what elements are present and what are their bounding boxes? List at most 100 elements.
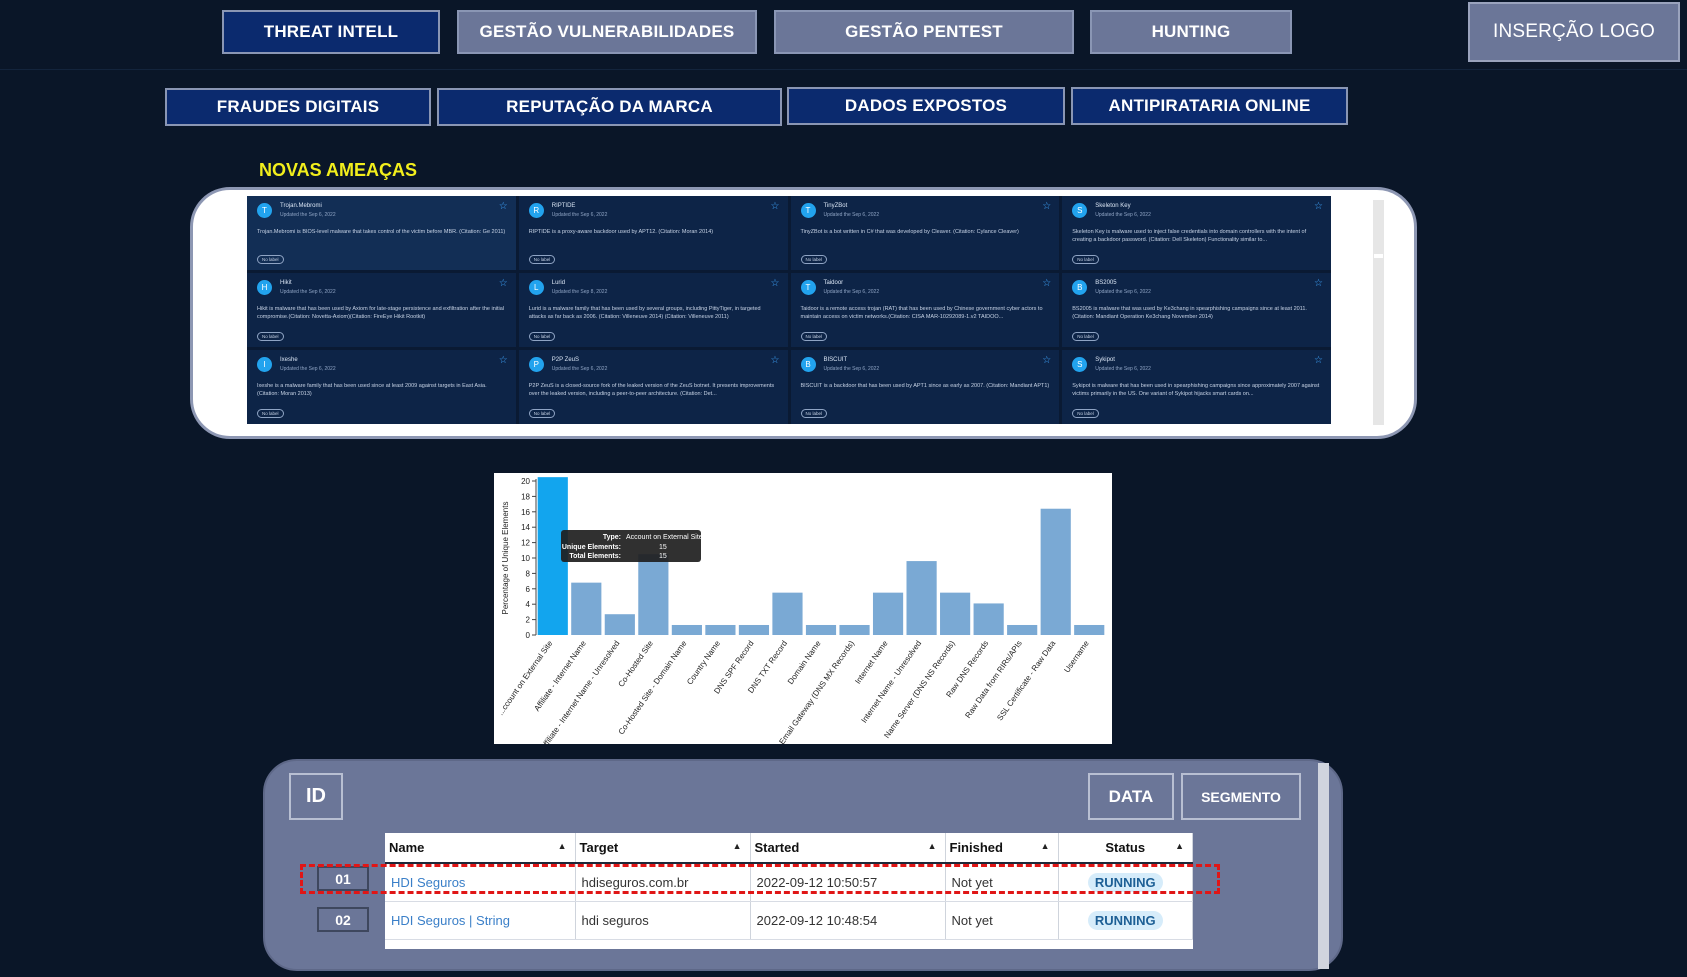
nav-dados-expostos-button[interactable]: DADOS EXPOSTOS [787, 87, 1065, 125]
chart-bar[interactable] [839, 624, 870, 635]
star-icon[interactable]: ☆ [771, 201, 780, 212]
threat-card[interactable]: T TinyZBot Updated the Sep 6, 2022 ☆ TinyZBo… [790, 196, 1060, 270]
threat-name[interactable]: Sykipot [1095, 357, 1115, 363]
threat-name[interactable]: TinyZBot [824, 203, 848, 209]
chart-bar[interactable] [671, 624, 702, 635]
nav-gestao-vulnerabilidades-button[interactable]: GESTÃO VULNERABILIDADES [457, 10, 757, 54]
results-panel-scrollbar[interactable] [1318, 763, 1329, 969]
star-icon[interactable]: ☆ [771, 278, 780, 289]
results-table: Name ▲ Target ▲ Started ▲ Finished ▲ Status ▲… [385, 833, 1193, 949]
label-badge[interactable]: No label [257, 409, 284, 418]
table-row[interactable]: HDI Seguros hdiseguros.com.br 2022-09-12… [385, 863, 1193, 902]
threat-name[interactable]: Ixeshe [280, 357, 298, 363]
star-icon[interactable]: ☆ [771, 355, 780, 366]
column-header-name[interactable]: Name ▲ [385, 833, 576, 864]
star-icon[interactable]: ☆ [1042, 355, 1051, 366]
threat-card[interactable]: S Sykipot Updated the Sep 6, 2022 ☆ Sykipot … [1062, 350, 1331, 424]
label-badge[interactable]: No label [800, 255, 828, 264]
column-header-target[interactable]: Target ▲ [575, 833, 751, 864]
threat-card[interactable]: B BS2005 Updated the Sep 6, 2022 ☆ BS2005 is… [1062, 273, 1331, 347]
id-header-button[interactable]: ID [289, 773, 343, 820]
threat-name[interactable]: BISCUIT [824, 357, 848, 363]
threat-name[interactable]: Hikit [280, 280, 292, 286]
star-icon[interactable]: ☆ [1042, 278, 1051, 289]
sort-icon[interactable]: ▲ [1041, 841, 1050, 851]
threat-name[interactable]: Trojan.Mebromi [280, 203, 322, 209]
chart-bar[interactable] [906, 561, 937, 635]
star-icon[interactable]: ☆ [1314, 355, 1323, 366]
label-badge[interactable]: No label [257, 255, 284, 264]
nav-reputacao-marca-button[interactable]: REPUTAÇÃO DA MARCA [437, 88, 782, 126]
chart-bar[interactable] [705, 624, 736, 635]
nav-hunting-button[interactable]: HUNTING [1090, 10, 1292, 54]
label-badge[interactable]: No label [1072, 255, 1099, 264]
threat-card[interactable]: T Taidoor Updated the Sep 6, 2022 ☆ Taidoor … [790, 273, 1060, 347]
threat-name[interactable]: BS2005 [1095, 280, 1116, 286]
row-id-chip[interactable]: 01 [317, 866, 369, 891]
threat-card[interactable]: R RIPTIDE Updated the Sep 6, 2022 ☆ RIPTIDE … [518, 196, 788, 270]
chart-bar[interactable] [571, 582, 602, 635]
data-button[interactable]: DATA [1088, 773, 1174, 820]
threat-name[interactable]: Taidoor [824, 280, 844, 286]
x-tick-label: Internet Name - Unresolved [859, 639, 923, 725]
chart-bar[interactable] [872, 592, 904, 635]
column-header-finished[interactable]: Finished ▲ [945, 833, 1059, 864]
label-badge[interactable]: No label [528, 255, 556, 264]
threat-card[interactable]: I Ixeshe Updated the Sep 6, 2022 ☆ Ixeshe is… [247, 350, 516, 424]
star-icon[interactable]: ☆ [1314, 278, 1323, 289]
star-icon[interactable]: ☆ [499, 278, 508, 289]
threat-card[interactable]: P P2P ZeuS Updated the Sep 6, 2022 ☆ P2P Zeu… [518, 350, 788, 424]
chart-bar[interactable] [805, 624, 837, 635]
sort-icon[interactable]: ▲ [1175, 841, 1184, 851]
nav-gestao-pentest-button[interactable]: GESTÃO PENTEST [774, 10, 1074, 54]
run-started: 2022-09-12 10:48:54 [750, 901, 946, 940]
threat-card[interactable]: T Trojan.Mebromi Updated the Sep 6, 2022 ☆ T… [247, 196, 516, 270]
nav-fraudes-digitais-button[interactable]: FRAUDES DIGITAIS [165, 88, 431, 126]
x-tick-label: Email Gateway (DNS MX Records) [777, 639, 856, 744]
threat-card[interactable]: B BISCUIT Updated the Sep 6, 2022 ☆ BISCUIT … [790, 350, 1060, 424]
chart-bar[interactable] [1040, 508, 1071, 635]
star-icon[interactable]: ☆ [1314, 201, 1323, 212]
chart-bar[interactable] [772, 592, 803, 635]
label-badge[interactable]: No label [800, 409, 828, 418]
chart-bar[interactable] [973, 603, 1004, 635]
threat-card[interactable]: L Lurid Updated the Sep 8, 2022 ☆ Lurid is a… [518, 273, 788, 347]
column-header-status[interactable]: Status ▲ [1058, 833, 1193, 864]
label-badge[interactable]: No label [1072, 409, 1099, 418]
chart-bar[interactable] [604, 614, 635, 635]
sort-icon[interactable]: ▲ [928, 841, 937, 851]
threat-name[interactable]: P2P ZeuS [552, 357, 579, 363]
nav-threat-intell-button[interactable]: THREAT INTELL [222, 10, 440, 54]
x-tick-label: Co-Hosted Site - Domain Name [617, 639, 689, 737]
threat-name[interactable]: Lurid [552, 280, 565, 286]
table-row[interactable]: HDI Seguros | String hdi seguros 2022-09… [385, 901, 1193, 940]
label-badge[interactable]: No label [528, 409, 556, 418]
sort-icon[interactable]: ▲ [558, 841, 567, 851]
threat-card[interactable]: H Hikit Updated the Sep 6, 2022 ☆ Hikit is m… [247, 273, 516, 347]
column-header-started[interactable]: Started ▲ [750, 833, 946, 864]
threat-name[interactable]: Skeleton Key [1095, 203, 1130, 209]
chart-bar[interactable] [940, 592, 971, 635]
star-icon[interactable]: ☆ [1042, 201, 1051, 212]
threat-description: RIPTIDE is a proxy-aware backdoor used b… [528, 229, 714, 235]
threat-updated: Updated the Sep 6, 2022 [823, 212, 880, 218]
run-name-link[interactable]: HDI Seguros [385, 863, 576, 902]
label-badge[interactable]: No label [1072, 332, 1099, 341]
chart-bar[interactable] [1007, 624, 1038, 635]
label-badge[interactable]: No label [528, 332, 556, 341]
label-badge[interactable]: No label [800, 332, 828, 341]
run-name-link[interactable]: HDI Seguros | String [385, 901, 576, 940]
threat-name[interactable]: RIPTIDE [552, 203, 576, 209]
star-icon[interactable]: ☆ [499, 355, 508, 366]
chart-bar[interactable] [638, 554, 669, 635]
threat-panel-scrollbar[interactable] [1373, 200, 1384, 425]
row-id-chip[interactable]: 02 [317, 907, 369, 932]
segmento-button[interactable]: SEGMENTO [1181, 773, 1301, 820]
chart-bar[interactable] [738, 624, 770, 635]
nav-antipirataria-online-button[interactable]: ANTIPIRATARIA ONLINE [1071, 87, 1348, 125]
threat-card[interactable]: S Skeleton Key Updated the Sep 6, 2022 ☆ Ske… [1062, 196, 1331, 270]
sort-icon[interactable]: ▲ [733, 841, 742, 851]
chart-bar[interactable] [1074, 624, 1105, 635]
label-badge[interactable]: No label [257, 332, 284, 341]
star-icon[interactable]: ☆ [499, 201, 508, 212]
